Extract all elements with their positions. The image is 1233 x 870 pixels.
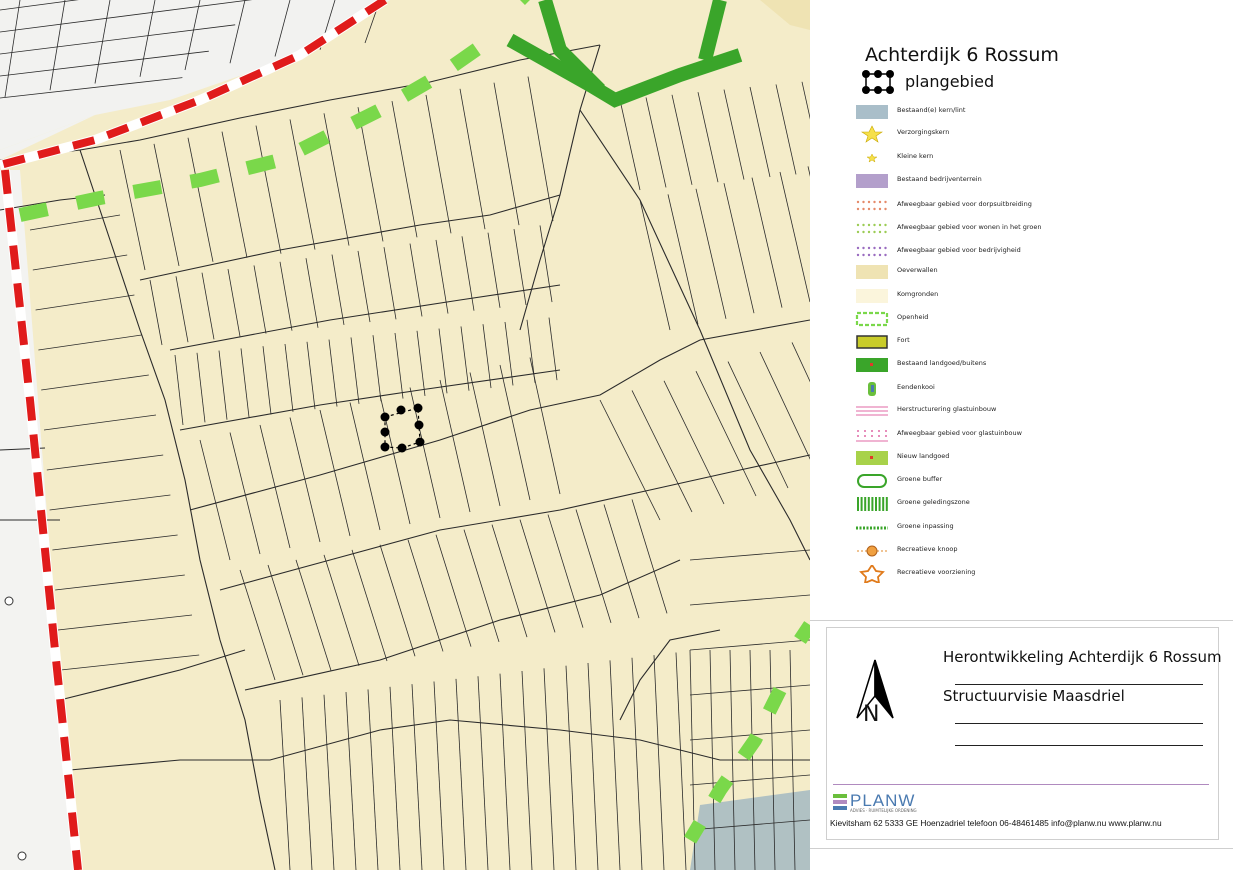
legend-symbol-icon <box>856 335 888 349</box>
legend-item: Kleine kern <box>855 149 1155 169</box>
legend-symbol-icon <box>861 125 883 143</box>
legend-item-label: Fort <box>897 336 910 344</box>
legend-item-label: Bestaand(e) kern/lint <box>897 106 966 114</box>
separator-line <box>810 620 1233 621</box>
legend-item: Oeverwallen <box>855 263 1155 283</box>
legend-item: Eendenkooi <box>855 380 1155 400</box>
legend-symbol-icon <box>856 289 888 303</box>
legend-title: Achterdijk 6 Rossum <box>865 44 1059 66</box>
parcel-map <box>0 0 810 870</box>
plangebied-vertex <box>396 405 406 415</box>
legend-plangebied-label: plangebied <box>905 72 995 91</box>
map-view[interactable] <box>0 0 810 870</box>
legend-item: Nieuw landgoed <box>855 449 1155 469</box>
planw-logo: PLANW ADVIES · RUIMTELIJKE ORDENING <box>833 791 937 813</box>
legend-item-label: Eendenkooi <box>897 383 935 391</box>
legend-item-label: Groene inpassing <box>897 522 954 530</box>
legend-item: Openheid <box>855 310 1155 330</box>
plangebied-vertex <box>397 443 407 453</box>
legend-item: Bestaand landgoed/buitens <box>855 356 1155 376</box>
plangebied-symbol-icon <box>862 70 894 94</box>
legend-symbol-icon <box>855 311 889 327</box>
legend-symbol-icon <box>857 474 887 488</box>
legend-item-label: Verzorgingskern <box>897 128 950 136</box>
legend-symbol-icon <box>866 153 878 163</box>
legend-item-label: Afweegbaar gebied voor bedrijvigheid <box>897 246 1021 254</box>
legend-panel: Achterdijk 6 Rossum plangebied Bestaand(… <box>810 0 1233 620</box>
legend-item-label: Openheid <box>897 313 929 321</box>
legend-item-label: Groene buffer <box>897 475 943 483</box>
legend-symbol-icon <box>856 358 888 372</box>
legend-item: Herstructurering glastuinbouw <box>855 402 1155 422</box>
legend-symbol-icon <box>857 497 888 511</box>
legend-item-plangebied: plangebied <box>860 68 994 98</box>
legend-item-label: Kleine kern <box>897 152 934 160</box>
legend-item: Groene geledingszone <box>855 495 1155 515</box>
legend-item-label: Bestaand landgoed/buitens <box>897 359 987 367</box>
map-marker <box>4 596 14 606</box>
plangebied-vertex <box>380 412 390 422</box>
separator-line-bottom <box>810 848 1233 849</box>
legend-item: Afweegbaar gebied voor bedrijvigheid <box>855 243 1155 263</box>
plangebied-vertex <box>380 442 390 452</box>
legend-symbol-icon <box>856 451 888 465</box>
plangebied-vertex <box>415 437 425 447</box>
legend-item: Bestaand(e) kern/lint <box>855 103 1155 123</box>
north-letter: N <box>863 702 880 727</box>
legend-symbol-icon <box>856 174 888 188</box>
legend-symbol-icon <box>856 105 888 119</box>
project-title: Herontwikkeling Achterdijk 6 Rossum <box>943 648 1222 666</box>
plangebied-vertex <box>413 403 423 413</box>
legend-item: Komgronden <box>855 287 1155 307</box>
legend-item: Fort <box>855 333 1155 353</box>
logo-tagline: ADVIES · RUIMTELIJKE ORDENING <box>850 808 917 813</box>
legend-item-label: Groene geledingszone <box>897 498 970 506</box>
legend-symbol-icon <box>856 265 888 279</box>
legend-item-label: Afweegbaar gebied voor glastuinbouw <box>897 429 1022 437</box>
legend-item-label: Afweegbaar gebied voor wonen in het groe… <box>897 223 1042 231</box>
legend-item: Groene buffer <box>855 472 1155 492</box>
legend-item-label: Komgronden <box>897 290 939 298</box>
contact-footer: Kievitsham 62 5333 GE Hoenzadriel telefo… <box>830 818 1162 828</box>
legend-item: Recreatieve voorziening <box>855 565 1155 585</box>
project-subtitle: Structuurvisie Maasdriel <box>943 687 1125 705</box>
legend-symbol-icon <box>856 406 888 416</box>
legend-symbol-icon <box>856 246 887 257</box>
plangebied-vertex <box>414 420 424 430</box>
legend-item-label: Oeverwallen <box>897 266 938 274</box>
legend-symbol-icon <box>857 545 887 557</box>
legend-symbol-icon <box>868 382 876 396</box>
legend-item-label: Herstructurering glastuinbouw <box>897 405 997 413</box>
legend-item: Afweegbaar gebied voor dorpsuitbreiding <box>855 197 1155 217</box>
legend-item-label: Bestaand bedrijventerrein <box>897 175 982 183</box>
legend-item-label: Nieuw landgoed <box>897 452 950 460</box>
legend-item-label: Recreatieve voorziening <box>897 568 976 576</box>
legend-item: Afweegbaar gebied voor wonen in het groe… <box>855 220 1155 240</box>
title-block: N Herontwikkeling Achterdijk 6 Rossum St… <box>826 627 1222 840</box>
legend-symbol-icon <box>856 430 888 442</box>
legend-symbol-icon <box>856 223 887 234</box>
legend-item: Verzorgingskern <box>855 125 1155 145</box>
legend-symbol-icon <box>856 526 888 530</box>
legend-item: Afweegbaar gebied voor glastuinbouw <box>855 426 1155 446</box>
legend-item: Groene inpassing <box>855 519 1155 539</box>
legend-symbol-icon <box>856 200 887 211</box>
legend-symbol-icon <box>859 565 885 583</box>
plangebied-vertex <box>380 427 390 437</box>
legend-item: Bestaand bedrijventerrein <box>855 172 1155 192</box>
legend-item: Recreatieve knoop <box>855 542 1155 562</box>
legend-item-label: Afweegbaar gebied voor dorpsuitbreiding <box>897 200 1032 208</box>
legend-item-label: Recreatieve knoop <box>897 545 958 553</box>
